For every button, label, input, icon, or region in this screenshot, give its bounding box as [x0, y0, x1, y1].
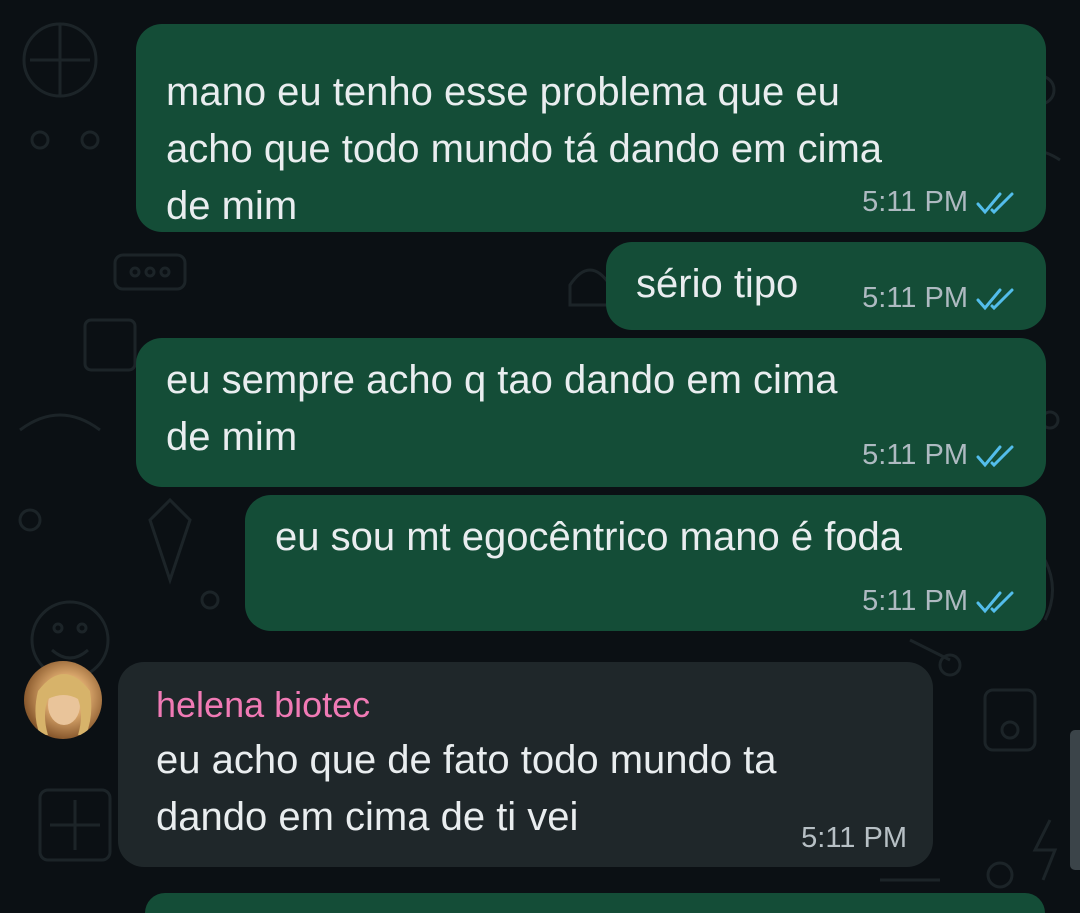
double-check-icon — [976, 445, 1014, 467]
message-meta: 5:11 PM — [862, 284, 1020, 313]
avatar-image — [35, 674, 92, 735]
message-time: 5:11 PM — [862, 585, 968, 617]
message-time: 5:11 PM — [862, 439, 968, 471]
message-text: sério tipo — [636, 262, 799, 306]
outgoing-message[interactable]: eu sempre acho q tao dando em cima de mi… — [136, 338, 1046, 487]
double-check-icon — [976, 591, 1014, 613]
message-text: eu sempre acho q tao dando em cima de mi… — [166, 358, 838, 459]
message-meta: 5:11 PM — [862, 188, 1020, 217]
message-time: 5:11 PM — [801, 822, 907, 854]
incoming-message[interactable]: helena biotec eu acho que de fato todo m… — [118, 662, 933, 867]
scrollbar[interactable] — [1070, 730, 1080, 870]
message-time: 5:11 PM — [862, 186, 968, 218]
message-text: eu sou mt egocêntrico mano é foda — [275, 515, 903, 559]
sender-name[interactable]: helena biotec — [156, 676, 370, 733]
message-time: 5:11 PM — [862, 282, 968, 314]
message-text: mano eu tenho esse problema que eu acho … — [166, 70, 883, 228]
message-meta: 5:11 PM — [801, 824, 907, 853]
message-list[interactable]: mano eu tenho esse problema que eu acho … — [0, 0, 1080, 913]
outgoing-message[interactable]: eu sou mt egocêntrico mano é foda 5:11 P… — [245, 495, 1046, 631]
outgoing-message[interactable]: mano eu tenho esse problema que eu acho … — [136, 24, 1046, 232]
next-message-peek — [145, 893, 1045, 913]
message-meta: 5:11 PM — [862, 441, 1020, 470]
double-check-icon — [976, 192, 1014, 214]
double-check-icon — [976, 288, 1014, 310]
outgoing-message[interactable]: sério tipo 5:11 PM — [606, 242, 1046, 330]
message-meta: 5:11 PM — [862, 587, 1020, 616]
contact-avatar[interactable] — [24, 661, 102, 739]
message-text: eu acho que de fato todo mundo ta dando … — [156, 738, 777, 839]
